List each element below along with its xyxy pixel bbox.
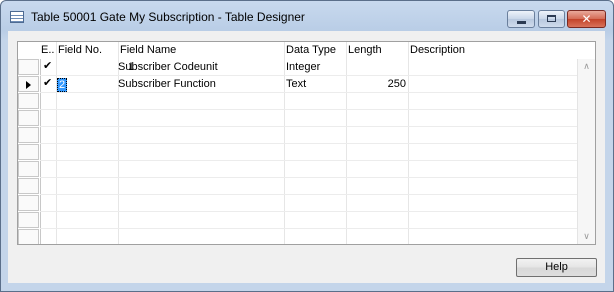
window-title: Table 50001 Gate My Subscription - Table… bbox=[31, 10, 305, 24]
minimize-icon bbox=[517, 21, 526, 24]
row-selector[interactable] bbox=[18, 178, 39, 194]
row-selector-current[interactable] bbox=[18, 76, 39, 92]
row-selector[interactable] bbox=[18, 161, 39, 177]
help-button[interactable]: Help bbox=[516, 258, 597, 277]
fields-grid[interactable]: E.. Field No. Field Name Data Type Lengt… bbox=[17, 41, 596, 245]
table-icon bbox=[10, 11, 24, 23]
maximize-icon bbox=[547, 15, 556, 22]
scroll-down-icon[interactable]: ∨ bbox=[578, 232, 595, 242]
scroll-up-icon[interactable]: ∧ bbox=[578, 62, 595, 72]
empty-row[interactable] bbox=[40, 110, 578, 127]
table-designer-window: Table 50001 Gate My Subscription - Table… bbox=[0, 0, 614, 292]
grid-header: E.. Field No. Field Name Data Type Lengt… bbox=[18, 42, 578, 59]
table-row[interactable]: ✔ 1 Subscriber Codeunit Integer bbox=[40, 59, 578, 76]
designer-client-area: E.. Field No. Field Name Data Type Lengt… bbox=[8, 31, 605, 283]
row-selector[interactable] bbox=[18, 59, 39, 75]
field-name-cell[interactable]: Subscriber Function bbox=[118, 78, 216, 90]
close-button[interactable]: ✕ bbox=[567, 10, 606, 28]
empty-row[interactable] bbox=[40, 195, 578, 212]
length-cell[interactable]: 250 bbox=[348, 78, 406, 90]
row-selector[interactable] bbox=[18, 212, 39, 228]
maximize-button[interactable] bbox=[538, 10, 565, 28]
column-header-enabled[interactable]: E.. bbox=[41, 44, 54, 56]
row-selector-column bbox=[18, 59, 41, 244]
column-header-data-type[interactable]: Data Type bbox=[286, 44, 336, 56]
row-selector[interactable] bbox=[18, 93, 39, 109]
column-header-field-no[interactable]: Field No. bbox=[58, 44, 102, 56]
data-type-cell[interactable]: Text bbox=[286, 78, 306, 90]
row-selector[interactable] bbox=[18, 110, 39, 126]
field-name-cell[interactable]: Subscriber Codeunit bbox=[118, 61, 218, 73]
data-type-cell[interactable]: Integer bbox=[286, 61, 320, 73]
row-selector[interactable] bbox=[18, 229, 39, 244]
title-bar[interactable]: Table 50001 Gate My Subscription - Table… bbox=[1, 1, 613, 31]
empty-row[interactable] bbox=[40, 93, 578, 110]
table-row-selected[interactable]: ✔ 2 Subscriber Function Text 250 bbox=[40, 76, 578, 93]
row-selector[interactable] bbox=[18, 127, 39, 143]
row-selector[interactable] bbox=[18, 144, 39, 160]
field-no-edit-cell[interactable]: 2 bbox=[57, 78, 68, 92]
column-header-description[interactable]: Description bbox=[410, 44, 465, 56]
minimize-button[interactable] bbox=[507, 10, 535, 28]
empty-row[interactable] bbox=[40, 178, 578, 195]
row-selector[interactable] bbox=[18, 195, 39, 211]
column-header-length[interactable]: Length bbox=[348, 44, 382, 56]
empty-row[interactable] bbox=[40, 161, 578, 178]
enabled-checkmark[interactable]: ✔ bbox=[43, 76, 52, 89]
empty-row[interactable] bbox=[40, 212, 578, 229]
vertical-scrollbar[interactable]: ∧ ∨ bbox=[577, 59, 595, 244]
enabled-checkmark[interactable]: ✔ bbox=[43, 59, 52, 72]
column-header-field-name[interactable]: Field Name bbox=[120, 44, 176, 56]
close-icon: ✕ bbox=[581, 12, 592, 26]
empty-row[interactable] bbox=[40, 127, 578, 144]
empty-row[interactable] bbox=[40, 144, 578, 161]
current-row-arrow-icon bbox=[26, 81, 31, 89]
